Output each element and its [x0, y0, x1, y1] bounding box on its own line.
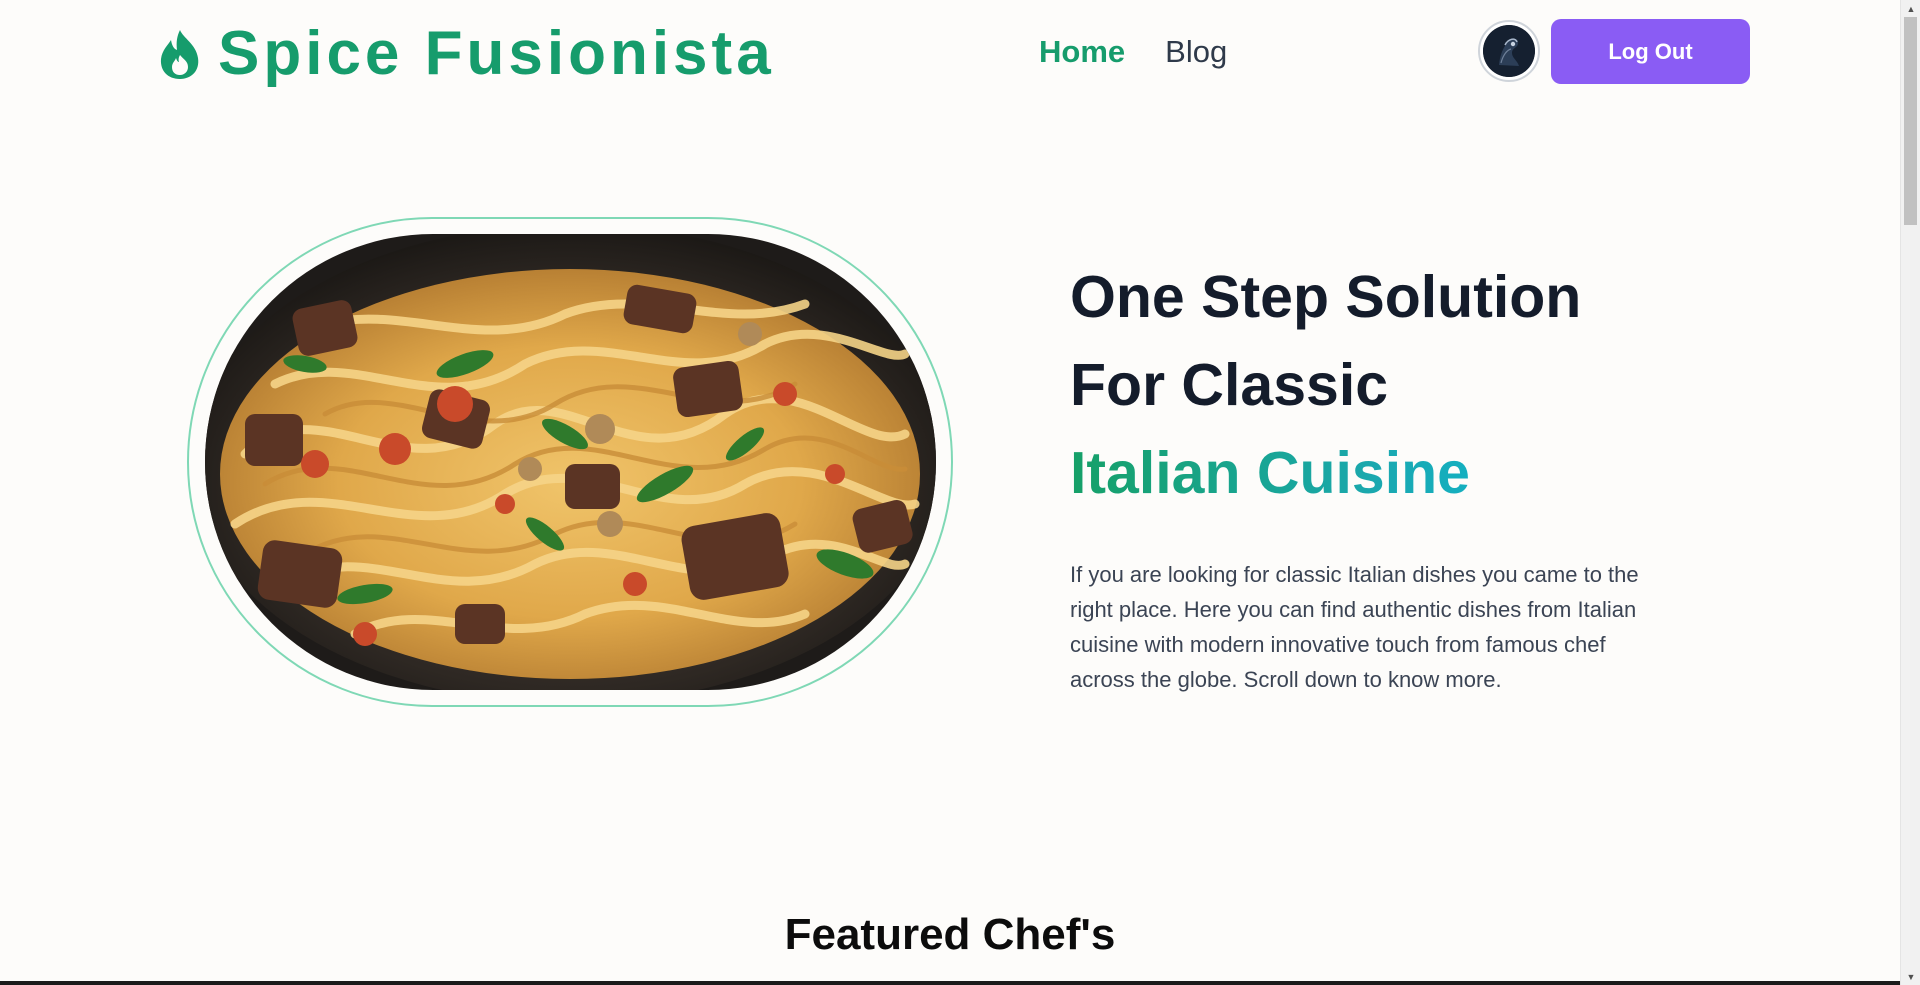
scroll-down-arrow-icon[interactable]: ▼: [1901, 968, 1920, 985]
user-avatar[interactable]: [1478, 20, 1540, 82]
window-bottom-edge: [0, 981, 1900, 985]
nav-link-home[interactable]: Home: [1039, 30, 1125, 74]
hero-text: One Step Solution For Classic Italian Cu…: [1070, 253, 1690, 697]
hero-title-accent: Italian Cuisine: [1070, 429, 1690, 517]
pasta-dish-image: [205, 234, 936, 690]
avatar-image: [1483, 25, 1535, 77]
main-nav: Home Blog: [1039, 30, 1227, 74]
vertical-scrollbar[interactable]: ▲ ▼: [1900, 0, 1920, 985]
featured-chefs-heading: Featured Chef's: [784, 910, 1116, 959]
brand-name: Spice Fusionista: [218, 19, 775, 88]
nav-link-blog[interactable]: Blog: [1165, 30, 1227, 74]
hero-title: One Step Solution For Classic Italian Cu…: [1070, 253, 1690, 517]
hero-title-line-2: For Classic: [1070, 352, 1389, 418]
scroll-up-arrow-icon[interactable]: ▲: [1901, 0, 1920, 17]
flame-icon: [156, 28, 204, 80]
hero-description: If you are looking for classic Italian d…: [1070, 562, 1639, 692]
navbar: Spice Fusionista Home Blog Log Out: [0, 0, 1900, 103]
logout-button[interactable]: Log Out: [1551, 19, 1750, 84]
scrollbar-thumb[interactable]: [1904, 17, 1917, 225]
page: Spice Fusionista Home Blog Log Out One S…: [0, 0, 1900, 985]
hero-title-line-1: One Step Solution: [1070, 264, 1582, 330]
brand-logo[interactable]: Spice Fusionista: [156, 18, 775, 90]
